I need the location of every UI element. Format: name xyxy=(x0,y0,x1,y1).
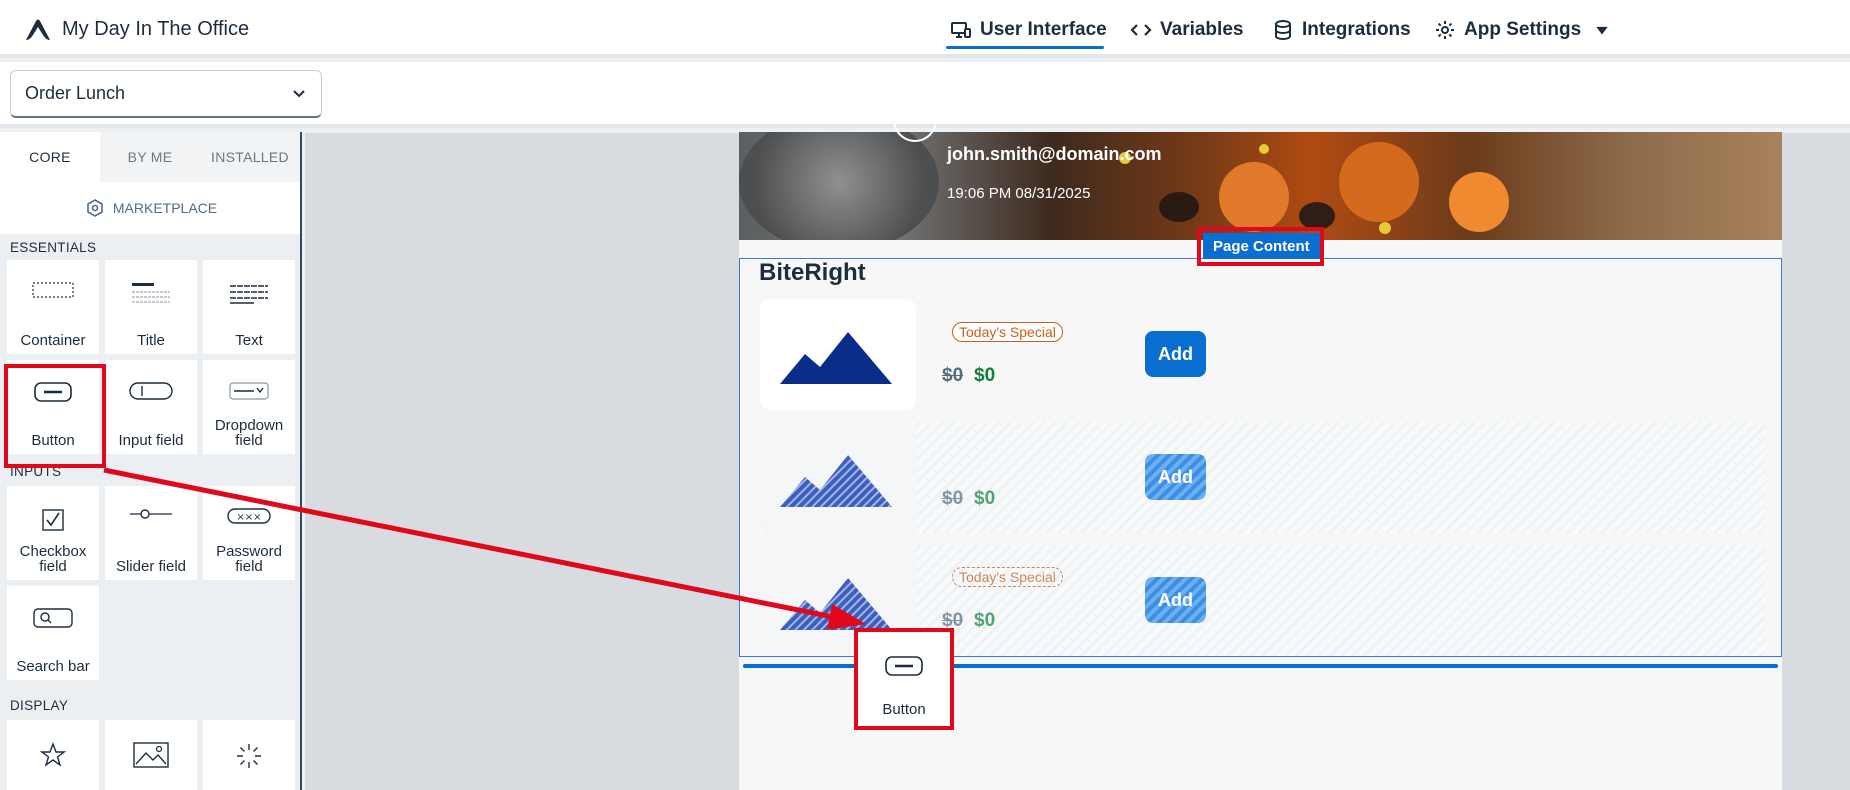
gear-icon xyxy=(1436,21,1454,39)
password-field-icon: ××× xyxy=(227,508,271,524)
component-label: Search bar xyxy=(16,658,90,675)
component-tabs: CORE BY ME INSTALLED xyxy=(0,132,300,182)
component-text[interactable]: Text xyxy=(203,260,295,354)
highlight-box-button-tile xyxy=(4,364,106,468)
old-price: $0 xyxy=(942,488,964,509)
code-icon xyxy=(1130,24,1152,36)
marketplace-icon xyxy=(87,199,103,217)
image-placeholder-icon xyxy=(780,332,892,384)
component-list: ESSENTIALS Container Title Text Button I… xyxy=(0,234,300,790)
special-badge: Today's Special xyxy=(952,322,1063,342)
user-interface-icon xyxy=(951,22,971,38)
special-badge: Today's Special xyxy=(952,567,1063,587)
nav-user-interface-label: User Interface xyxy=(980,19,1107,40)
component-rating[interactable] xyxy=(7,720,99,790)
component-label: Password field xyxy=(216,543,282,575)
nav-app-settings[interactable]: App Settings xyxy=(1434,17,1609,43)
star-icon xyxy=(40,742,66,767)
new-price: $0 xyxy=(974,365,996,386)
new-price: $0 xyxy=(974,610,996,631)
page-select-dropdown[interactable]: Order Lunch xyxy=(10,70,322,118)
nav-variables[interactable]: Variables xyxy=(1130,17,1243,43)
text-icon xyxy=(230,285,268,304)
nav-app-settings-label: App Settings xyxy=(1464,19,1582,40)
hero-banner-image xyxy=(739,132,1782,240)
old-price: $0 xyxy=(942,365,964,386)
highlight-box-dragged-tile xyxy=(854,628,954,730)
active-tab-indicator xyxy=(946,46,1104,49)
marketplace-link[interactable]: MARKETPLACE xyxy=(0,182,300,234)
section-display: DISPLAY xyxy=(10,698,69,713)
nav-integrations-label: Integrations xyxy=(1302,19,1411,40)
component-label: Slider field xyxy=(115,558,187,575)
menu-item-image xyxy=(760,299,916,410)
app-logo-icon xyxy=(26,19,50,40)
app-title: My Day In The Office xyxy=(62,18,250,40)
image-placeholder-icon xyxy=(780,455,892,507)
component-title[interactable]: Title xyxy=(105,260,197,354)
highlight-box-page-content xyxy=(1197,227,1324,266)
image-icon xyxy=(133,742,169,768)
component-label: Title xyxy=(137,332,165,349)
nav-user-interface[interactable]: User Interface xyxy=(950,17,1107,43)
search-icon xyxy=(33,608,73,628)
timestamp: 19:06 PM 08/31/2025 xyxy=(947,185,1091,202)
top-bar: My Day In The Office User Interface Vari… xyxy=(0,0,1850,58)
title-icon xyxy=(132,283,170,303)
add-button[interactable]: Add xyxy=(1145,577,1206,623)
component-input-field[interactable]: Input field xyxy=(105,360,197,454)
svg-text:×××: ××× xyxy=(236,512,261,523)
nav-integrations[interactable]: Integrations xyxy=(1272,17,1411,43)
component-password-field[interactable]: ××× Password field xyxy=(203,486,295,580)
tab-by-me[interactable]: BY ME xyxy=(100,132,200,182)
caret-down-icon[interactable] xyxy=(1595,23,1609,37)
add-button[interactable]: Add xyxy=(1145,454,1206,500)
section-essentials: ESSENTIALS xyxy=(10,240,97,255)
component-label: Dropdown field xyxy=(214,417,284,449)
marketplace-label: MARKETPLACE xyxy=(112,200,218,216)
dropdown-field-icon xyxy=(229,382,269,400)
component-container[interactable]: Container xyxy=(7,260,99,354)
input-field-icon xyxy=(129,382,173,400)
component-slider-field[interactable]: Slider field xyxy=(105,486,197,580)
add-button[interactable]: Add xyxy=(1145,331,1206,377)
spinner-icon xyxy=(237,744,261,768)
nav-variables-label: Variables xyxy=(1160,19,1244,40)
component-image[interactable] xyxy=(105,720,197,790)
container-icon xyxy=(32,282,74,298)
database-icon xyxy=(1275,20,1291,40)
user-email: john.smith@domain.com xyxy=(947,144,1162,164)
checkbox-icon xyxy=(42,509,64,531)
component-label: Input field xyxy=(118,432,184,449)
restaurant-heading: BiteRight xyxy=(759,259,866,286)
component-label: Checkbox field xyxy=(19,543,87,575)
slider-icon xyxy=(130,509,172,519)
tab-core[interactable]: CORE xyxy=(0,132,100,182)
component-spinner[interactable] xyxy=(203,720,295,790)
component-label: Container xyxy=(20,332,86,349)
component-checkbox-field[interactable]: Checkbox field xyxy=(7,486,99,580)
menu-item-image xyxy=(760,422,916,533)
component-label: Text xyxy=(235,332,263,349)
chevron-down-icon xyxy=(293,89,305,97)
new-price: $0 xyxy=(974,488,996,509)
page-select-value: Order Lunch xyxy=(25,83,126,103)
component-dropdown-field[interactable]: Dropdown field xyxy=(203,360,295,454)
component-search-bar[interactable]: Search bar xyxy=(7,586,99,680)
tab-installed[interactable]: INSTALLED xyxy=(200,132,300,182)
